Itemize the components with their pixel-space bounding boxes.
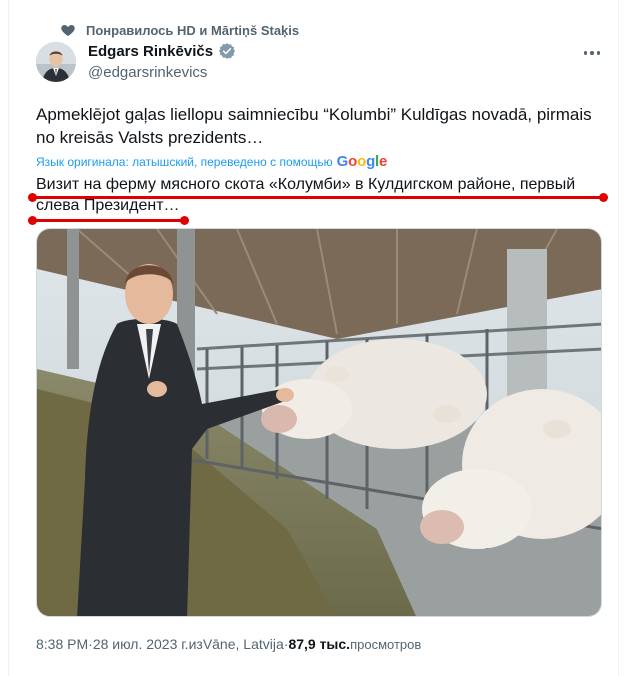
- photo-farm-cows: [37, 229, 601, 616]
- timeline-border-right: [618, 0, 619, 676]
- annotation-underline: [32, 196, 604, 199]
- tweet-time[interactable]: 8:38 PM: [36, 636, 88, 652]
- translated-text: Визит на ферму мясного скота «Колумби» в…: [36, 176, 576, 214]
- more-options-icon[interactable]: [582, 46, 602, 60]
- avatar[interactable]: [36, 42, 76, 82]
- avatar-image: [36, 42, 76, 82]
- source-prefix: из: [188, 636, 203, 652]
- google-logo: Google: [336, 153, 388, 170]
- views-label: просмотров: [350, 637, 422, 652]
- views-count: 87,9 тыс.: [288, 636, 351, 652]
- tweet-detail: Понравилось HD и Mārtiņš Staķis Edgars R…: [0, 0, 628, 676]
- author-handle[interactable]: @edgarsrinkevics: [88, 64, 236, 81]
- author-display-name[interactable]: Edgars Rinkēvičs: [88, 43, 213, 60]
- translation-note[interactable]: Язык оригинала: латышский, переведено с …: [36, 155, 333, 169]
- social-context[interactable]: Понравилось HD и Mārtiņš Staķis: [60, 22, 299, 38]
- annotation-dot: [180, 216, 189, 225]
- annotation-dot: [599, 193, 608, 202]
- verified-badge-icon[interactable]: [218, 42, 236, 60]
- tweet-photo[interactable]: [36, 228, 602, 617]
- heart-icon: [61, 25, 75, 36]
- social-context-text: Понравилось HD и Mārtiņš Staķis: [86, 22, 300, 38]
- annotation-underline: [32, 219, 184, 222]
- translation-attribution[interactable]: Язык оригинала: латышский, переведено с …: [36, 153, 387, 170]
- author-info[interactable]: Edgars Rinkēvičs @edgarsrinkevics: [88, 42, 236, 81]
- tweet-location[interactable]: Vāne, Latvija: [203, 636, 284, 652]
- tweet-text: Apmeklējot gaļas liellopu saimniecību “K…: [36, 105, 592, 147]
- tweet-meta: 8:38 PM · 28 июл. 2023 г. из Vāne, Latvi…: [36, 636, 421, 652]
- timeline-border-left: [8, 0, 9, 676]
- tweet-date[interactable]: 28 июл. 2023 г.: [93, 636, 189, 652]
